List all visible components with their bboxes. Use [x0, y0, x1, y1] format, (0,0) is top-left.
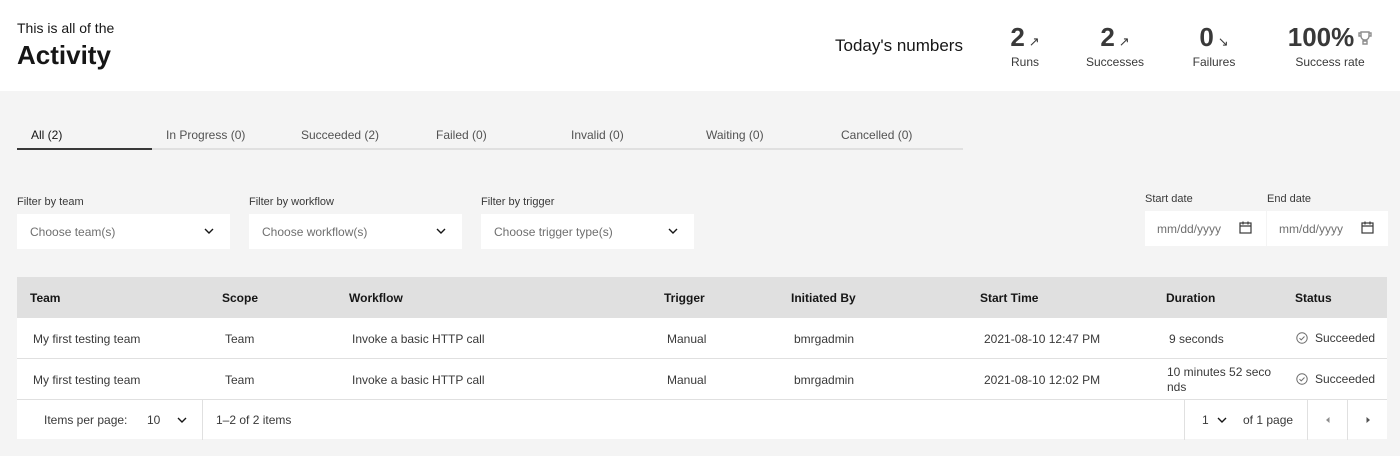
page-subtitle: This is all of the [17, 20, 115, 36]
status-label: Succeeded [1315, 372, 1376, 386]
workflow-select[interactable]: Choose workflow(s) [249, 214, 462, 249]
items-per-page-label: Items per page: [44, 413, 128, 427]
stat-runs-label: Runs [1010, 55, 1039, 69]
page-select[interactable]: 1 [1185, 400, 1235, 440]
cell-scope: Team [225, 373, 255, 387]
cell-workflow: Invoke a basic HTTP call [352, 373, 485, 387]
chevron-down-icon [1217, 417, 1227, 423]
status-tabs: All (2) In Progress (0) Succeeded (2) Fa… [17, 118, 963, 150]
activity-table: Team Scope Workflow Trigger Initiated By… [17, 277, 1387, 399]
start-date-label: Start date [1145, 193, 1193, 205]
items-per-page-select[interactable]: 10 [129, 400, 201, 440]
stat-successes: 2 ↗ Successes [1086, 22, 1144, 69]
table-row[interactable]: My first testing team Team Invoke a basi… [17, 317, 1387, 358]
cell-scope: Team [225, 332, 255, 346]
chevron-down-icon [204, 228, 214, 234]
tab-succeeded[interactable]: Succeeded (2) [287, 118, 422, 150]
trigger-select-placeholder: Choose trigger type(s) [494, 224, 613, 239]
tab-invalid[interactable]: Invalid (0) [557, 118, 692, 150]
chevron-down-icon [436, 228, 446, 234]
cell-initiated-by: bmrgadmin [794, 373, 855, 387]
column-header-start-time[interactable]: Start Time [980, 291, 1038, 305]
status-label: Succeeded [1315, 331, 1376, 345]
stat-success-rate-value: 100% [1287, 22, 1355, 52]
page-total: of 1 page [1243, 413, 1294, 427]
arrow-down-right-icon: ↘ [1217, 34, 1229, 49]
cell-status: Succeeded [1296, 372, 1375, 386]
column-header-scope[interactable]: Scope [222, 291, 258, 305]
workflow-select-placeholder: Choose workflow(s) [262, 224, 368, 239]
trophy-icon [1358, 22, 1372, 53]
end-date-label: End date [1267, 193, 1312, 205]
team-select-placeholder: Choose team(s) [30, 224, 116, 239]
cell-trigger: Manual [667, 332, 707, 346]
stat-runs-value: 2 [1010, 22, 1025, 52]
calendar-icon[interactable] [1239, 221, 1252, 234]
pagination-bar: Items per page: 10 1–2 of 2 items 1 of 1… [17, 399, 1387, 440]
tab-cancelled[interactable]: Cancelled (0) [827, 118, 962, 150]
cell-trigger: Manual [667, 373, 707, 387]
cell-start-time: 2021-08-10 12:47 PM [984, 332, 1101, 346]
arrow-up-right-icon: ↗ [1028, 34, 1040, 49]
filter-trigger-label: Filter by trigger [481, 196, 555, 208]
stat-success-rate-label: Success rate [1295, 55, 1365, 69]
items-per-page-value: 10 [147, 413, 161, 427]
page-title: Activity [17, 40, 111, 70]
stat-runs: 2 ↗ Runs [1002, 22, 1048, 69]
column-header-duration[interactable]: Duration [1166, 291, 1215, 305]
start-date-input[interactable]: mm/dd/yyyy [1145, 211, 1266, 246]
cell-status: Succeeded [1296, 331, 1375, 345]
chevron-down-icon [177, 417, 187, 423]
check-circle-icon [1296, 373, 1308, 385]
stat-failures: 0 ↘ Failures [1188, 22, 1240, 69]
cell-team: My first testing team [33, 332, 141, 346]
caret-right-icon [1366, 417, 1370, 423]
end-date-placeholder: mm/dd/yyyy [1279, 221, 1344, 236]
start-date-placeholder: mm/dd/yyyy [1157, 221, 1222, 236]
table-row[interactable]: My first testing team Team Invoke a basi… [17, 358, 1387, 399]
todays-numbers-label: Today's numbers [835, 36, 963, 55]
stat-failures-label: Failures [1192, 55, 1236, 69]
tab-failed[interactable]: Failed (0) [422, 118, 557, 150]
page-number: 1 [1202, 413, 1209, 427]
table-header: Team Scope Workflow Trigger Initiated By… [17, 277, 1387, 317]
cell-duration: 10 minutes 52 seconds [1167, 365, 1272, 394]
cell-workflow: Invoke a basic HTTP call [352, 332, 485, 346]
stat-success-rate: 100% Success rate [1282, 22, 1378, 69]
end-date-input[interactable]: mm/dd/yyyy [1267, 211, 1388, 246]
arrow-up-right-icon: ↗ [1118, 34, 1130, 49]
column-header-team[interactable]: Team [30, 291, 60, 305]
column-header-workflow[interactable]: Workflow [349, 291, 403, 305]
tab-waiting[interactable]: Waiting (0) [692, 118, 827, 150]
check-circle-icon [1296, 332, 1308, 344]
previous-page-button[interactable] [1308, 400, 1347, 440]
page-header: This is all of the Activity Today's numb… [0, 0, 1400, 91]
cell-initiated-by: bmrgadmin [794, 332, 855, 346]
filter-workflow-label: Filter by workflow [249, 196, 334, 208]
chevron-down-icon [668, 228, 678, 234]
trigger-select[interactable]: Choose trigger type(s) [481, 214, 694, 249]
cell-duration: 9 seconds [1169, 332, 1224, 346]
team-select[interactable]: Choose team(s) [17, 214, 230, 249]
stat-failures-value: 0 [1199, 22, 1214, 52]
column-header-initiated-by[interactable]: Initiated By [791, 291, 856, 305]
stat-successes-value: 2 [1100, 22, 1115, 52]
next-page-button[interactable] [1348, 400, 1387, 440]
stat-successes-label: Successes [1086, 55, 1145, 69]
cell-start-time: 2021-08-10 12:02 PM [984, 373, 1101, 387]
column-header-trigger[interactable]: Trigger [664, 291, 705, 305]
items-range: 1–2 of 2 items [216, 413, 292, 427]
cell-team: My first testing team [33, 373, 141, 387]
tab-in-progress[interactable]: In Progress (0) [152, 118, 287, 150]
filter-team-label: Filter by team [17, 196, 84, 208]
caret-left-icon [1326, 417, 1330, 423]
tab-all[interactable]: All (2) [17, 118, 152, 150]
column-header-status[interactable]: Status [1295, 291, 1332, 305]
calendar-icon[interactable] [1361, 221, 1374, 234]
divider [202, 400, 203, 440]
